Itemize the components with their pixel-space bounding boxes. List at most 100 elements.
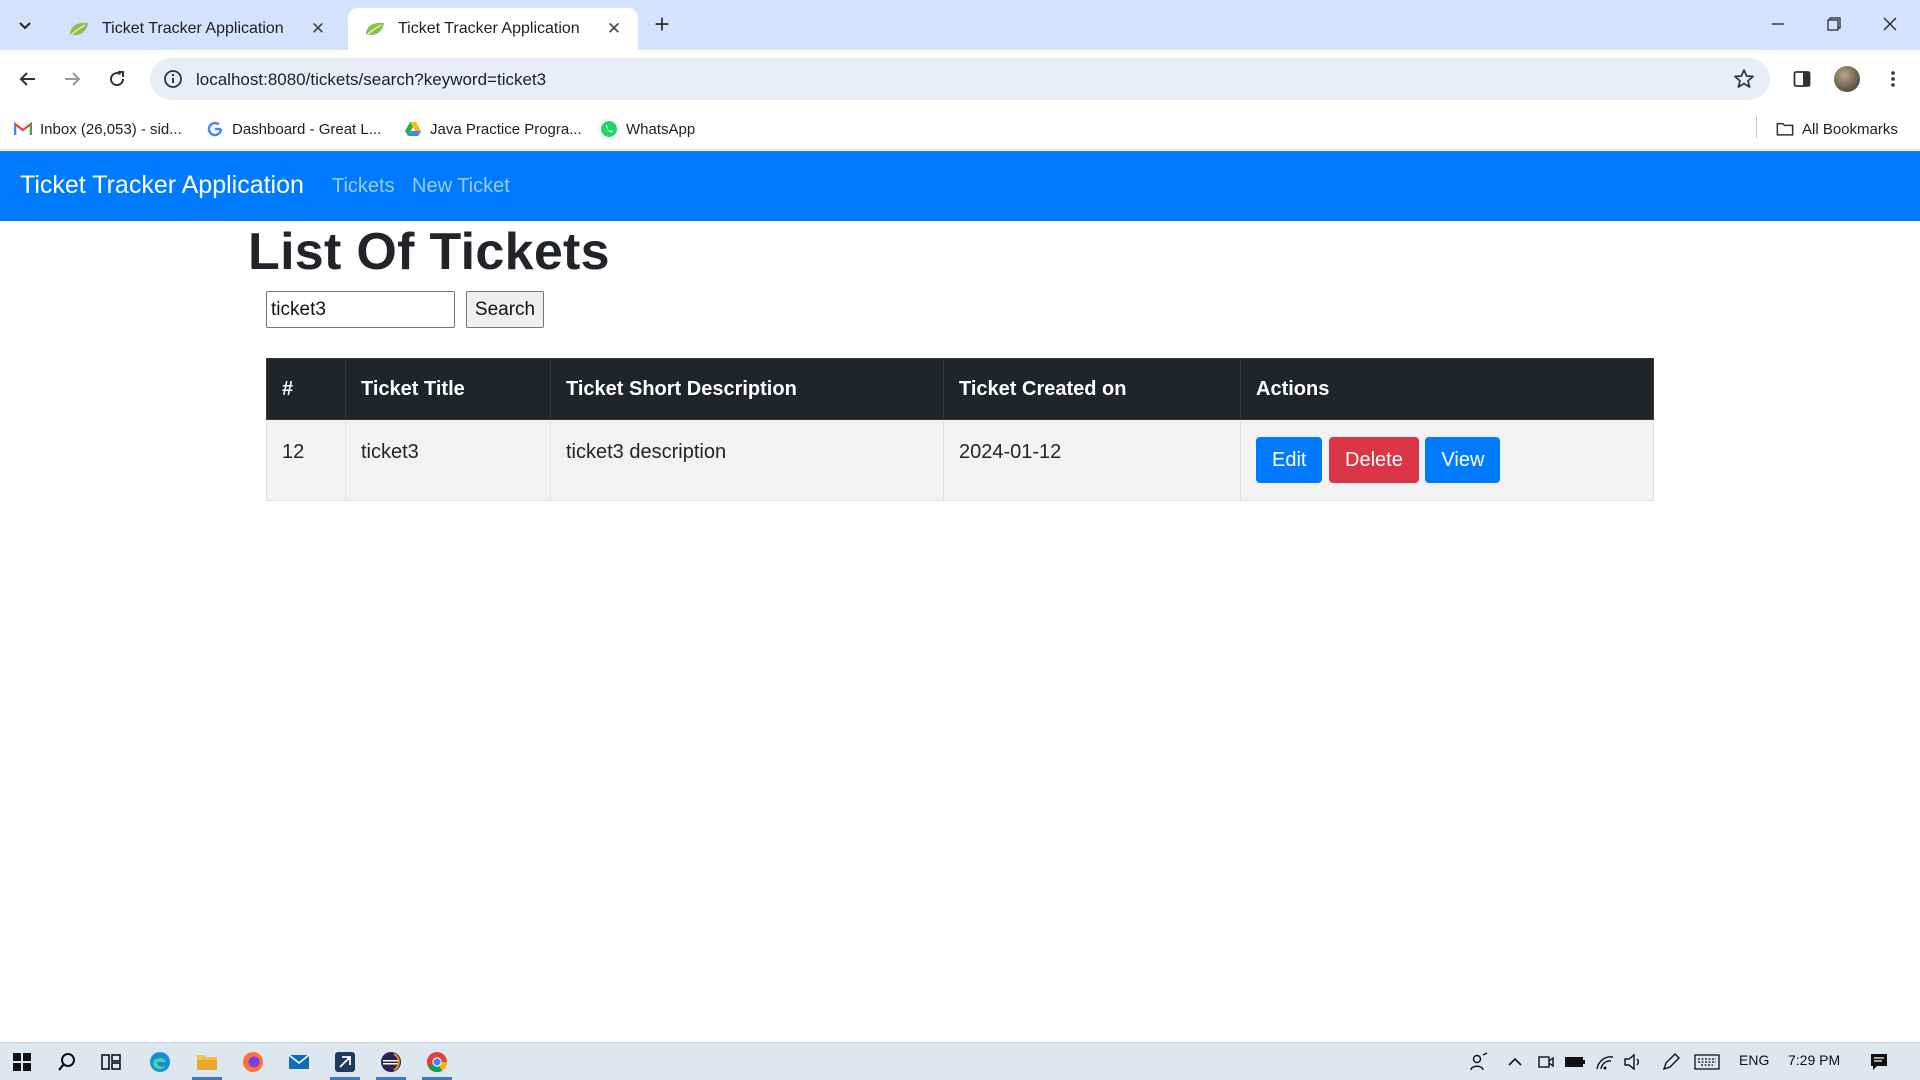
tab-title: Ticket Tracker Application [102,20,284,37]
camera-icon [1538,1056,1554,1068]
navbar-brand[interactable]: Ticket Tracker Application [20,171,304,200]
chrome-icon [427,1052,448,1073]
column-header-title: Ticket Title [345,358,551,420]
tray-meet[interactable] [1533,1049,1559,1075]
edit-button[interactable]: Edit [1256,437,1323,483]
bookmark-label: Dashboard - Great L... [232,120,382,138]
bookmark-gmail[interactable]: Inbox (26,053) - sid... [14,116,182,142]
close-window-button[interactable] [1868,8,1912,40]
tray-notifications[interactable] [1866,1049,1892,1075]
forward-arrow-icon [65,72,81,86]
start-button[interactable] [9,1049,35,1075]
bookmarks-divider [1756,116,1757,138]
address-bar[interactable]: localhost:8080/tickets/search?keyword=ti… [150,58,1770,100]
tray-people[interactable] [1466,1049,1492,1075]
side-panel-button[interactable] [1786,63,1818,95]
new-tab-button[interactable]: + [650,11,674,37]
taskbar-mail[interactable] [286,1049,312,1075]
firefox-icon [243,1052,263,1072]
tray-wifi[interactable] [1592,1049,1618,1075]
nav-link-new-ticket[interactable]: New Ticket [412,175,510,198]
taskbar-chrome[interactable] [424,1049,450,1075]
task-view-button[interactable] [98,1049,124,1075]
taskbar-edge[interactable] [147,1049,173,1075]
google-icon [206,120,224,138]
site-info-icon[interactable] [162,68,184,90]
whatsapp-icon [600,120,618,138]
tab-close-icon[interactable]: ✕ [308,19,328,39]
search-button[interactable]: Search [466,291,544,328]
browser-menu-button[interactable] [1877,63,1909,95]
google-drive-icon [404,120,422,138]
profile-avatar[interactable] [1834,66,1860,92]
minimize-icon [1772,23,1784,25]
forward-button[interactable] [56,63,88,95]
taskbar-eclipse[interactable] [378,1049,404,1075]
search-input[interactable] [266,291,455,328]
tray-volume[interactable] [1620,1049,1646,1075]
tray-pen[interactable] [1658,1049,1684,1075]
bookmark-dashboard[interactable]: Dashboard - Great L... [206,116,381,142]
delete-button[interactable]: Delete [1329,437,1419,483]
bookmark-java-practice[interactable]: Java Practice Progra... [404,116,582,142]
tray-battery[interactable] [1562,1049,1588,1075]
browser-tab-2[interactable]: Ticket Tracker Application ✕ [348,8,638,50]
close-icon [1883,17,1897,31]
bookmark-whatsapp[interactable]: WhatsApp [600,116,695,142]
bookmark-label: Java Practice Progra... [430,120,582,138]
restore-icon [1827,17,1841,31]
wifi-icon [1596,1056,1614,1070]
side-panel-icon [1793,71,1811,87]
taskbar-firefox[interactable] [240,1049,266,1075]
tab-title: Ticket Tracker Application [398,20,580,37]
spring-leaf-icon [366,22,384,36]
cell-actions: Edit Delete View [1240,419,1654,501]
tray-language[interactable]: ENG [1739,1052,1769,1068]
address-url[interactable]: localhost:8080/tickets/search?keyword=ti… [196,70,546,90]
bookmark-label: WhatsApp [626,120,696,138]
spring-leaf-icon [70,22,88,36]
nav-link-tickets[interactable]: Tickets [332,175,395,198]
back-button[interactable] [12,63,44,95]
bookmark-label: Inbox (26,053) - sid... [40,120,182,138]
minimize-button[interactable] [1756,8,1800,40]
taskbar-app[interactable] [332,1049,358,1075]
table-header-row: # Ticket Title Ticket Short Description … [266,358,1654,420]
cell-created: 2024-01-12 [943,419,1241,501]
tray-clock[interactable]: 7:29 PM [1788,1052,1840,1068]
people-icon [1470,1052,1488,1071]
pen-icon [1662,1053,1680,1071]
column-header-id: # [266,358,346,420]
cell-description: ticket3 description [550,419,944,501]
all-bookmarks-button[interactable]: All Bookmarks [1776,116,1898,142]
page-title: List Of Tickets [248,223,610,281]
taskbar-file-explorer[interactable] [194,1049,220,1075]
restore-button[interactable] [1812,8,1856,40]
bookmarks-bar: Inbox (26,053) - sid... Dashboard - Grea… [0,108,1920,150]
volume-icon [1624,1053,1639,1071]
bookmark-star-icon[interactable] [1732,67,1756,91]
eclipse-icon [381,1052,401,1072]
reload-button[interactable] [101,63,133,95]
keyboard-icon [1694,1054,1720,1070]
windows-logo-icon [13,1053,31,1071]
back-arrow-icon [19,72,35,86]
tray-chevron[interactable] [1502,1049,1528,1075]
tray-keyboard[interactable] [1694,1049,1720,1075]
windows-taskbar: ENG 7:29 PM [0,1042,1920,1080]
taskbar-search-button[interactable] [54,1049,80,1075]
tickets-table: # Ticket Title Ticket Short Description … [266,358,1654,501]
search-icon [58,1053,75,1071]
all-bookmarks-label: All Bookmarks [1802,120,1898,138]
tab-close-icon[interactable]: ✕ [604,19,624,39]
folder-icon [1776,120,1794,138]
edge-icon [150,1052,170,1072]
view-button[interactable]: View [1425,437,1501,483]
tab-search-button[interactable] [8,9,42,41]
browser-tab-1[interactable]: Ticket Tracker Application ✕ [52,8,342,50]
browser-toolbar: localhost:8080/tickets/search?keyword=ti… [0,50,1920,108]
task-view-icon [101,1054,121,1070]
column-header-actions: Actions [1240,358,1654,420]
gmail-icon [14,120,32,138]
reload-icon [110,71,125,87]
